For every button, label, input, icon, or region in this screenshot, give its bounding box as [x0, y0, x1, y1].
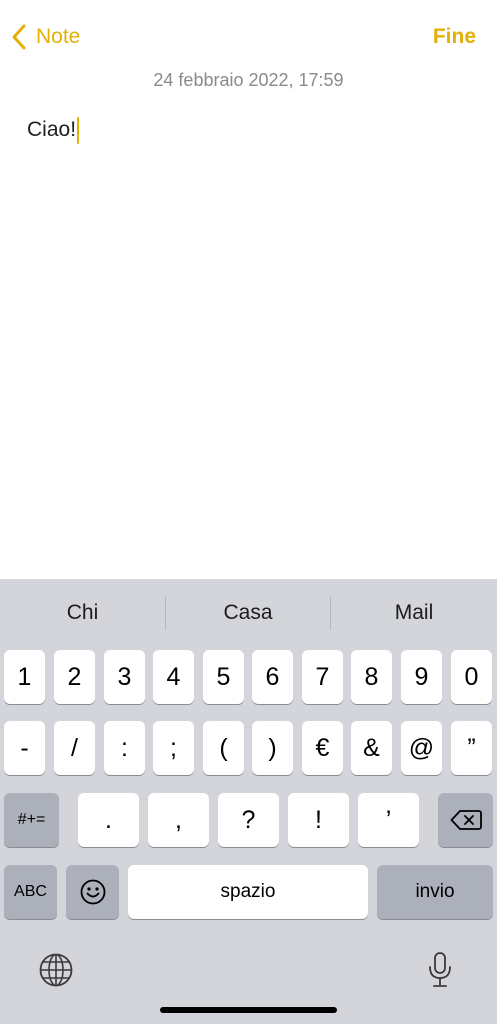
key-euro[interactable]: € — [302, 721, 343, 775]
key-8[interactable]: 8 — [351, 650, 392, 704]
space-key-label: spazio — [220, 881, 276, 902]
key-close-paren[interactable]: ) — [252, 721, 293, 775]
backspace-icon — [450, 810, 482, 830]
suggestion-3[interactable]: Mail — [331, 591, 497, 635]
key-exclamation[interactable]: ! — [288, 793, 349, 847]
key-period[interactable]: . — [78, 793, 139, 847]
emoji-key[interactable] — [66, 865, 119, 919]
return-key[interactable]: invio — [377, 865, 493, 919]
key-quote[interactable]: ” — [451, 721, 492, 775]
key-colon[interactable]: : — [104, 721, 145, 775]
globe-icon — [39, 953, 73, 987]
key-2[interactable]: 2 — [54, 650, 95, 704]
symbols-toggle-label: #+= — [17, 811, 46, 828]
text-cursor — [77, 116, 80, 144]
key-comma[interactable]: , — [148, 793, 209, 847]
key-4[interactable]: 4 — [153, 650, 194, 704]
abc-key-label: ABC — [14, 883, 47, 900]
key-7[interactable]: 7 — [302, 650, 343, 704]
key-hyphen[interactable]: - — [4, 721, 45, 775]
note-text: Ciao! — [27, 118, 77, 141]
keyboard: Chi Casa Mail 1 2 3 4 5 6 7 8 9 0 - / : … — [0, 579, 497, 1024]
back-button-label: Note — [36, 25, 81, 48]
key-9[interactable]: 9 — [401, 650, 442, 704]
emoji-icon — [80, 879, 105, 905]
key-3[interactable]: 3 — [104, 650, 145, 704]
note-text-area[interactable]: Ciao! — [27, 115, 80, 145]
key-0[interactable]: 0 — [451, 650, 492, 704]
symbols-toggle-key[interactable]: #+= — [4, 793, 59, 847]
key-semicolon[interactable]: ; — [153, 721, 194, 775]
space-key[interactable]: spazio — [128, 865, 368, 919]
globe-button[interactable] — [34, 948, 78, 992]
done-button[interactable]: Fine — [433, 22, 476, 52]
suggestion-2[interactable]: Casa — [166, 591, 330, 635]
key-apostrophe[interactable]: ’ — [358, 793, 419, 847]
key-6[interactable]: 6 — [252, 650, 293, 704]
microphone-icon — [429, 952, 451, 987]
home-indicator[interactable] — [160, 1007, 337, 1013]
key-ampersand[interactable]: & — [351, 721, 392, 775]
delete-key[interactable] — [438, 793, 493, 847]
suggestion-1[interactable]: Chi — [0, 591, 165, 635]
key-at[interactable]: @ — [401, 721, 442, 775]
back-button[interactable]: Note — [10, 22, 80, 52]
return-key-label: invio — [415, 881, 455, 902]
key-slash[interactable]: / — [54, 721, 95, 775]
key-5[interactable]: 5 — [203, 650, 244, 704]
microphone-button[interactable] — [418, 948, 462, 992]
abc-key[interactable]: ABC — [4, 865, 57, 919]
key-question[interactable]: ? — [218, 793, 279, 847]
key-1[interactable]: 1 — [4, 650, 45, 704]
chevron-left-icon — [12, 24, 26, 50]
note-date: 24 febbraio 2022, 17:59 — [153, 70, 344, 90]
key-open-paren[interactable]: ( — [203, 721, 244, 775]
